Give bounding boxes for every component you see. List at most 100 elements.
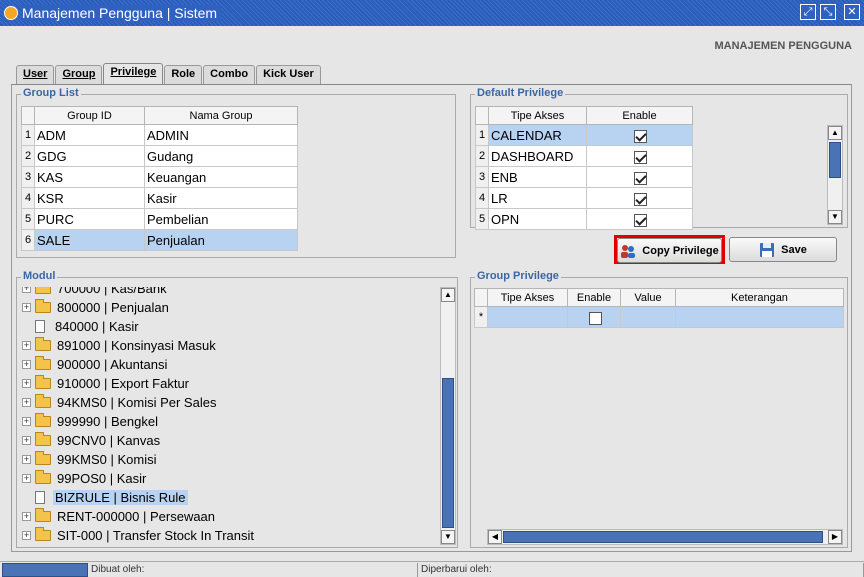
table-row-selected[interactable]: 1 CALENDAR xyxy=(475,124,693,146)
maximize-icon[interactable]: ⤡ xyxy=(820,4,836,20)
tipe-akses-cell[interactable]: LR xyxy=(488,187,587,209)
group-name-cell[interactable]: Penjualan xyxy=(144,229,298,251)
enable-checkbox[interactable] xyxy=(634,129,647,143)
tree-item-label[interactable]: 910000 | Export Faktur xyxy=(55,376,191,391)
group-name-cell[interactable]: ADMIN xyxy=(144,124,298,146)
tree-item-selected[interactable]: BIZRULE | Bisnis Rule xyxy=(22,488,188,507)
tipe-akses-cell[interactable] xyxy=(487,306,568,328)
scroll-thumb[interactable] xyxy=(503,531,823,543)
tree-item-label[interactable]: 99KMS0 | Komisi xyxy=(55,452,158,467)
tab-combo[interactable]: Combo xyxy=(203,65,256,84)
scroll-thumb[interactable] xyxy=(442,378,454,528)
tipe-akses-cell[interactable]: DASHBOARD xyxy=(488,145,587,167)
expand-icon[interactable]: + xyxy=(22,398,31,407)
tipe-akses-cell[interactable]: OPN xyxy=(488,208,587,230)
column-header-keterangan[interactable]: Keterangan xyxy=(675,288,844,307)
tree-item-label[interactable]: 99POS0 | Kasir xyxy=(55,471,148,486)
enable-checkbox[interactable] xyxy=(588,311,602,325)
group-id-cell[interactable]: KSR xyxy=(34,187,145,209)
default-privilege-scrollbar[interactable]: ▲ ▼ xyxy=(827,125,843,225)
tree-item-label[interactable]: 94KMS0 | Komisi Per Sales xyxy=(55,395,218,410)
expand-icon[interactable]: + xyxy=(22,303,31,312)
expand-icon[interactable]: + xyxy=(22,455,31,464)
close-icon[interactable]: ✕ xyxy=(844,4,860,20)
expand-icon[interactable]: + xyxy=(22,512,31,521)
table-row[interactable]: 5 OPN xyxy=(475,208,693,230)
tree-item-label[interactable]: 840000 | Kasir xyxy=(53,319,141,334)
column-header-group-id[interactable]: Group ID xyxy=(34,106,145,125)
tree-item[interactable]: + RENT-000000 | Persewaan xyxy=(22,507,217,526)
new-row[interactable]: * xyxy=(474,306,844,328)
column-header-enable[interactable]: Enable xyxy=(567,288,621,307)
tree-item[interactable]: +700000 | Kas/Bank xyxy=(22,287,169,298)
enable-checkbox[interactable] xyxy=(634,192,647,206)
scroll-right-icon[interactable]: ▶ xyxy=(828,530,842,544)
column-header-tipe-akses[interactable]: Tipe Akses xyxy=(488,106,587,125)
table-row[interactable]: 1 ADM ADMIN xyxy=(21,124,298,146)
scroll-up-icon[interactable]: ▲ xyxy=(441,288,455,302)
save-button[interactable]: Save xyxy=(729,237,837,262)
tree-item-label[interactable]: SIT-000 | Transfer Stock In Transit xyxy=(55,528,256,543)
expand-icon[interactable]: + xyxy=(22,379,31,388)
tree-item-label[interactable]: 800000 | Penjualan xyxy=(55,300,171,315)
expand-icon[interactable]: + xyxy=(22,287,31,293)
tree-item-label[interactable]: 99CNV0 | Kanvas xyxy=(55,433,162,448)
tab-privilege[interactable]: Privilege xyxy=(103,63,164,84)
tab-group[interactable]: Group xyxy=(55,65,103,84)
scroll-down-icon[interactable]: ▼ xyxy=(828,210,842,224)
group-id-cell[interactable]: GDG xyxy=(34,145,145,167)
expand-icon[interactable]: + xyxy=(22,474,31,483)
expand-icon[interactable]: + xyxy=(22,531,31,540)
group-id-cell[interactable]: ADM xyxy=(34,124,145,146)
modul-scrollbar[interactable]: ▲ ▼ xyxy=(440,287,456,545)
scroll-up-icon[interactable]: ▲ xyxy=(828,126,842,140)
group-name-cell[interactable]: Kasir xyxy=(144,187,298,209)
tree-item-label[interactable]: 891000 | Konsinyasi Masuk xyxy=(55,338,218,353)
table-row[interactable]: 2 DASHBOARD xyxy=(475,145,693,167)
tree-item[interactable]: +99CNV0 | Kanvas xyxy=(22,431,162,450)
tree-item[interactable]: +999990 | Bengkel xyxy=(22,412,160,431)
group-id-cell[interactable]: PURC xyxy=(34,208,145,230)
column-header-value[interactable]: Value xyxy=(620,288,676,307)
expand-icon[interactable]: + xyxy=(22,360,31,369)
tab-role[interactable]: Role xyxy=(164,65,203,84)
column-header-nama-group[interactable]: Nama Group xyxy=(144,106,298,125)
expand-icon[interactable]: + xyxy=(22,341,31,350)
table-row[interactable]: 3 KAS Keuangan xyxy=(21,166,298,188)
keterangan-cell[interactable] xyxy=(675,306,844,328)
tab-kick-user[interactable]: Kick User xyxy=(256,65,321,84)
expand-icon[interactable]: + xyxy=(22,436,31,445)
tree-item[interactable]: +94KMS0 | Komisi Per Sales xyxy=(22,393,218,412)
table-row-selected[interactable]: 6 SALE Penjualan xyxy=(21,229,298,251)
group-id-cell[interactable]: KAS xyxy=(34,166,145,188)
tab-user[interactable]: User xyxy=(16,65,55,84)
column-header-tipe-akses[interactable]: Tipe Akses xyxy=(487,288,568,307)
table-row[interactable]: 5 PURC Pembelian xyxy=(21,208,298,230)
enable-checkbox[interactable] xyxy=(634,213,647,227)
column-header-enable[interactable]: Enable xyxy=(586,106,693,125)
group-privilege-hscrollbar[interactable]: ◀ ▶ xyxy=(487,529,843,545)
table-row[interactable]: 2 GDG Gudang xyxy=(21,145,298,167)
scroll-thumb[interactable] xyxy=(829,142,841,178)
group-name-cell[interactable]: Keuangan xyxy=(144,166,298,188)
tree-item[interactable]: 840000 | Kasir xyxy=(22,317,141,336)
enable-checkbox[interactable] xyxy=(634,171,647,185)
tree-item[interactable]: +800000 | Penjualan xyxy=(22,298,171,317)
group-name-cell[interactable]: Pembelian xyxy=(144,208,298,230)
value-cell[interactable] xyxy=(620,306,676,328)
tipe-akses-cell[interactable]: ENB xyxy=(488,166,587,188)
scroll-left-icon[interactable]: ◀ xyxy=(488,530,502,544)
tree-item[interactable]: +99POS0 | Kasir xyxy=(22,469,148,488)
tree-item[interactable]: +99KMS0 | Komisi xyxy=(22,450,158,469)
table-row[interactable]: 4 KSR Kasir xyxy=(21,187,298,209)
group-id-cell[interactable]: SALE xyxy=(34,229,145,251)
tipe-akses-cell[interactable]: CALENDAR xyxy=(488,124,587,146)
expand-icon[interactable]: + xyxy=(22,417,31,426)
tree-item[interactable]: +891000 | Konsinyasi Masuk xyxy=(22,336,218,355)
tree-item[interactable]: +910000 | Export Faktur xyxy=(22,374,191,393)
group-name-cell[interactable]: Gudang xyxy=(144,145,298,167)
tree-item-label[interactable]: BIZRULE | Bisnis Rule xyxy=(53,490,188,505)
table-row[interactable]: 4 LR xyxy=(475,187,693,209)
tree-item[interactable]: +900000 | Akuntansi xyxy=(22,355,169,374)
tree-item-label[interactable]: 900000 | Akuntansi xyxy=(55,357,169,372)
